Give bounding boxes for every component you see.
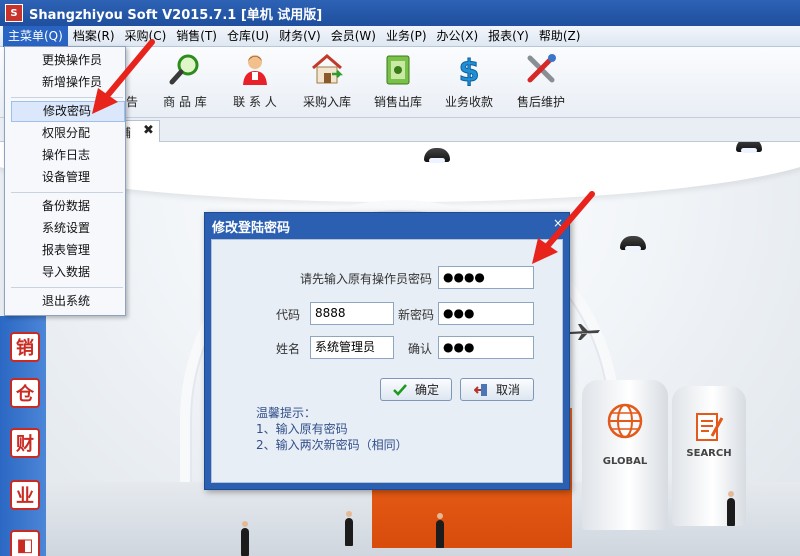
ceiling-lamp-icon — [620, 236, 646, 251]
change-password-dialog: 修改登陆密码 × 请先输入原有操作员密码 ●●●● 代码 8888 新密码 ●●… — [204, 212, 570, 490]
side-warehouse-button[interactable]: 仓 — [10, 378, 40, 408]
menu-sales[interactable]: 销售(T) — [171, 26, 222, 47]
menu-warehouse[interactable]: 仓库(U) — [222, 26, 274, 47]
hint-line-2: 2、输入两次新密码（相同） — [256, 438, 408, 452]
menu-finance[interactable]: 财务(V) — [274, 26, 326, 47]
money-outbound-icon — [380, 51, 416, 87]
menu-purchase[interactable]: 采购(C) — [120, 26, 172, 47]
person-figure — [436, 513, 444, 548]
menu-device-management[interactable]: 设备管理 — [9, 167, 121, 188]
tools-icon — [523, 51, 559, 87]
menu-import-data[interactable]: 导入数据 — [9, 262, 121, 283]
menu-separator — [11, 192, 123, 193]
person-figure — [727, 491, 735, 526]
window-title-bar: S Shangzhiyou Soft V2015.7.1 [单机 试用版] — [0, 0, 800, 26]
side-business-button[interactable]: 业 — [10, 480, 40, 510]
menu-archive[interactable]: 档案(R) — [68, 26, 120, 47]
toolbar-collection-button[interactable]: $ 业务收款 — [436, 51, 502, 113]
menu-system-settings[interactable]: 系统设置 — [9, 218, 121, 239]
menu-permissions[interactable]: 权限分配 — [9, 123, 121, 144]
ok-button[interactable]: 确定 — [380, 378, 452, 401]
confirm-password-field[interactable]: ●●● — [438, 336, 534, 359]
exit-door-icon — [473, 383, 487, 396]
name-label: 姓名 — [276, 342, 301, 356]
toolbar-label: 商 品 库 — [163, 95, 207, 109]
hint-line-1: 1、输入原有密码 — [256, 422, 348, 436]
toolbar-label: 采购入库 — [302, 95, 351, 109]
toolbar-label: 联 系 人 — [233, 95, 277, 109]
new-password-field[interactable]: ●●● — [438, 302, 534, 325]
airplane-icon — [570, 324, 600, 340]
side-exit-button[interactable]: ◧ — [10, 530, 40, 556]
menu-backup-data[interactable]: 备份数据 — [9, 196, 121, 217]
ceiling-lamp-icon — [424, 148, 450, 163]
document-edit-icon — [696, 413, 724, 441]
toolbar-label: 售后维护 — [516, 95, 565, 109]
person-figure — [345, 511, 353, 546]
toolbar-label: 业务收款 — [444, 95, 493, 109]
menu-add-operator[interactable]: 新增操作员 — [9, 72, 121, 93]
svg-text:$: $ — [459, 54, 480, 86]
window-title: Shangzhiyou Soft V2015.7.1 [单机 试用版] — [29, 7, 323, 23]
menu-business[interactable]: 业务(P) — [381, 26, 432, 47]
magnifier-icon — [167, 51, 203, 87]
dollar-icon: $ — [451, 51, 487, 87]
ok-button-label: 确定 — [414, 383, 439, 397]
new-password-label: 新密码 — [398, 308, 435, 322]
side-navigation: 销 仓 财 业 ◧ — [0, 316, 46, 556]
old-password-label: 请先输入原有操作员密码 — [300, 272, 433, 286]
ceiling-lamp-icon — [736, 142, 762, 153]
toolbar-after-sales-button[interactable]: 售后维护 — [508, 51, 574, 113]
hint-title: 温馨提示： — [256, 406, 317, 420]
menu-operation-log[interactable]: 操作日志 — [9, 145, 121, 166]
pillar-label-search: SEARCH — [686, 448, 732, 459]
toolbar-contacts-button[interactable]: 联 系 人 — [222, 51, 288, 113]
dialog-close-icon[interactable]: × — [553, 216, 563, 230]
menu-bar: 主菜单(Q) 档案(R) 采购(C) 销售(T) 仓库(U) 财务(V) 会员(… — [0, 25, 800, 47]
old-password-field[interactable]: ●●●● — [438, 266, 534, 289]
menu-member[interactable]: 会员(W) — [326, 26, 381, 47]
menu-report-management[interactable]: 报表管理 — [9, 240, 121, 261]
pillar-label-global: GLOBAL — [602, 456, 648, 467]
menu-change-password[interactable]: 修改密码 — [11, 101, 125, 122]
app-logo-icon: S — [5, 4, 23, 22]
menu-main[interactable]: 主菜单(Q) — [3, 25, 68, 47]
house-inbound-icon — [309, 51, 345, 87]
person-figure — [241, 521, 249, 556]
confirm-password-label: 确认 — [408, 342, 433, 356]
cancel-button-label: 取消 — [495, 383, 520, 397]
cancel-button[interactable]: 取消 — [460, 378, 534, 401]
dialog-title: 修改登陆密码 — [212, 221, 291, 236]
name-field[interactable]: 系统管理员 — [310, 336, 394, 359]
global-pillar: GLOBAL — [582, 380, 668, 530]
checkmark-icon — [393, 383, 407, 396]
main-menu-dropdown: 更换操作员 新增操作员 修改密码 权限分配 操作日志 设备管理 备份数据 系统设… — [4, 46, 126, 316]
dialog-body: 请先输入原有操作员密码 ●●●● 代码 8888 新密码 ●●● 姓名 系统管理… — [211, 239, 563, 483]
toolbar-partial-label: 告 — [126, 95, 139, 109]
menu-help[interactable]: 帮助(Z) — [534, 26, 586, 47]
toolbar-label: 销售出库 — [373, 95, 422, 109]
toolbar-purchase-in-button[interactable]: 采购入库 — [294, 51, 360, 113]
menu-exit-system[interactable]: 退出系统 — [9, 291, 121, 312]
code-label: 代码 — [276, 308, 301, 322]
menu-separator — [11, 97, 123, 98]
toolbar-product-library-button[interactable]: 商 品 库 — [152, 51, 218, 113]
code-field[interactable]: 8888 — [310, 302, 394, 325]
menu-separator — [11, 287, 123, 288]
side-sales-button[interactable]: 销 — [10, 332, 40, 362]
menu-report[interactable]: 报表(Y) — [483, 26, 534, 47]
menu-change-operator[interactable]: 更换操作员 — [9, 50, 121, 71]
side-finance-button[interactable]: 财 — [10, 428, 40, 458]
contact-person-icon — [237, 51, 273, 87]
menu-office[interactable]: 办公(X) — [432, 26, 484, 47]
tab-close-icon[interactable]: ✖ — [143, 123, 154, 138]
globe-icon — [607, 403, 643, 439]
toolbar-sales-out-button[interactable]: 销售出库 — [365, 51, 431, 113]
